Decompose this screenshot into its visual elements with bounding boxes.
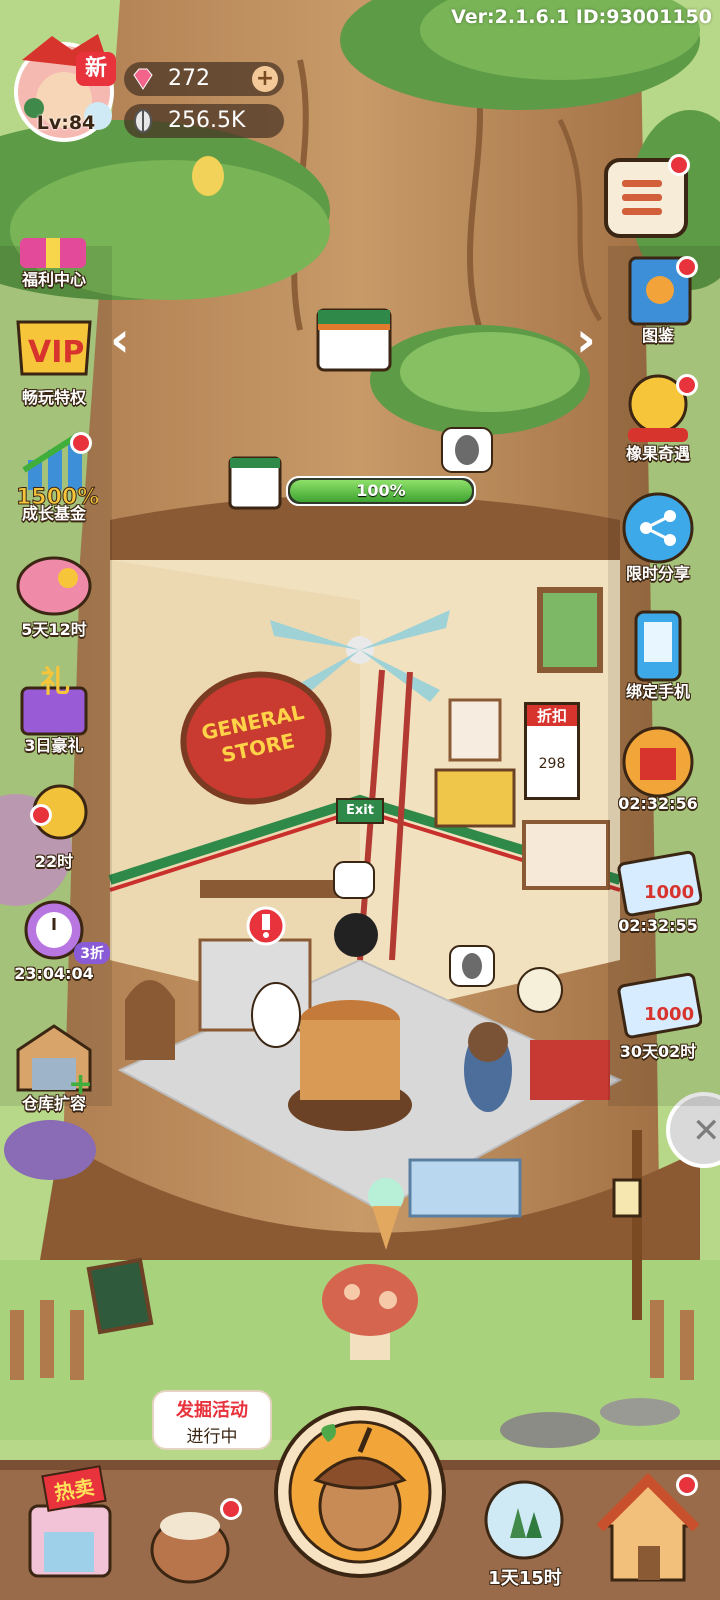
notification-dot — [668, 154, 690, 176]
notification-dot — [30, 804, 52, 826]
right-item-ticket-offer-1[interactable]: 1000 02:32:55 — [608, 846, 708, 935]
discount-tag: 3折 — [74, 942, 110, 964]
gem-counter: 272 + — [124, 62, 284, 96]
svg-text:礼: 礼 — [40, 665, 70, 700]
svg-text:VIP: VIP — [28, 335, 84, 370]
forest-timer-label: 1天15时 — [488, 1568, 562, 1589]
gift-icon: 礼 — [10, 662, 98, 738]
left-item-golden-cat[interactable]: 22时 — [4, 778, 104, 872]
version-id-label: Ver:2.1.6.1 ID:93001150 — [451, 6, 712, 28]
shop-offer-icon — [614, 724, 702, 800]
dig-event-button[interactable] — [140, 1480, 250, 1590]
svg-text:1000: 1000 — [644, 882, 694, 903]
acorn-main-button[interactable] — [272, 1396, 448, 1582]
hot-sale-button[interactable]: 热卖 — [14, 1465, 124, 1586]
new-badge: 新 — [76, 52, 116, 86]
dig-event-bubble: 发掘活动 进行中 — [152, 1390, 272, 1450]
right-item-acorn-adventure[interactable]: 橡果奇遇 — [608, 370, 708, 464]
notification-dot — [676, 1474, 698, 1496]
sunflower-seed-icon — [134, 109, 152, 133]
bottom-action-bar: 热卖 发掘活动 进行中 1天15时 — [0, 1390, 720, 1600]
left-item-alarm-offer[interactable]: 3折 23:04:04 — [4, 894, 110, 983]
right-item-encyclopedia[interactable]: 图鉴 — [608, 252, 708, 346]
right-item-bind-phone[interactable]: 绑定手机 — [608, 608, 708, 702]
acorn-icon — [274, 1406, 446, 1578]
forest-globe-icon — [484, 1480, 564, 1560]
price-label: 298 — [538, 756, 566, 772]
avatar-portrait-icon — [14, 34, 114, 142]
right-item-shop-offer[interactable]: 02:32:56 — [608, 724, 708, 813]
gem-value: 272 — [168, 66, 210, 91]
left-item-growth-fund[interactable]: 1500% 成长基金 — [4, 430, 104, 524]
piggy-bank-icon — [10, 546, 98, 622]
forest-timer-button[interactable]: 1天15时 — [470, 1468, 580, 1594]
scroll-left-arrow-icon[interactable]: ‹ — [110, 312, 130, 368]
seed-counter: 256.5K — [124, 104, 284, 138]
notification-dot — [676, 256, 698, 278]
player-avatar[interactable]: 新 — [12, 30, 120, 156]
scroll-right-arrow-icon[interactable]: › — [576, 312, 596, 368]
alarm-clock-icon: 3折 — [10, 894, 110, 970]
player-level: Lv:84 — [36, 112, 96, 134]
right-item-share[interactable]: 限时分享 — [608, 490, 708, 584]
ticket-offer-icon: 1000 — [614, 846, 703, 922]
growth-fund-icon: 1500% — [10, 430, 100, 511]
store-progress-label: 100% — [356, 481, 406, 500]
svg-text:1000: 1000 — [644, 1004, 694, 1025]
acorn-adventure-icon — [614, 370, 702, 446]
ticket-offer-icon: 1000 — [614, 968, 703, 1044]
discount-label: 折扣 — [527, 705, 577, 726]
golden-cat-icon — [10, 778, 98, 854]
right-item-ticket-offer-2[interactable]: 1000 30天02时 — [608, 968, 708, 1062]
dig-event-title: 发掘活动 — [176, 1400, 248, 1421]
exit-sign: Exit — [336, 798, 384, 824]
vip-icon: VIP — [10, 314, 98, 390]
add-gems-button[interactable]: + — [252, 66, 278, 92]
warehouse-icon: + — [10, 1020, 98, 1102]
dig-event-status: 进行中 — [186, 1427, 238, 1447]
game-screen: ✕ GENERAL STORE Exit 折扣 298 Ver:2.1.6.1 … — [0, 0, 720, 1600]
main-menu-button[interactable] — [604, 154, 690, 238]
gift-box-icon — [10, 238, 98, 272]
discount-sign: 折扣 298 — [524, 702, 580, 800]
svg-text:1500%: 1500% — [16, 485, 98, 506]
encyclopedia-icon — [614, 252, 702, 328]
left-item-warehouse[interactable]: + 仓库扩容 — [4, 1020, 104, 1114]
notification-dot — [70, 432, 92, 454]
bind-phone-icon — [614, 608, 702, 684]
home-button[interactable] — [594, 1470, 704, 1590]
gem-icon — [133, 68, 153, 90]
svg-text:+: + — [68, 1067, 93, 1096]
notification-dot — [676, 374, 698, 396]
notification-dot — [220, 1498, 242, 1520]
store-progress-bar: 100% — [286, 476, 476, 506]
seed-value: 256.5K — [168, 108, 246, 133]
svg-text:✕: ✕ — [692, 1111, 720, 1151]
left-item-vip[interactable]: VIP 畅玩特权 — [4, 314, 104, 408]
share-icon — [614, 490, 702, 566]
left-item-piggy-bank[interactable]: 5天12时 — [4, 546, 104, 640]
left-item-3day-gift[interactable]: 礼 3日豪礼 — [4, 662, 104, 756]
dig-hand-icon — [150, 1512, 230, 1584]
left-item-welfare[interactable]: 福利中心 — [4, 238, 104, 290]
